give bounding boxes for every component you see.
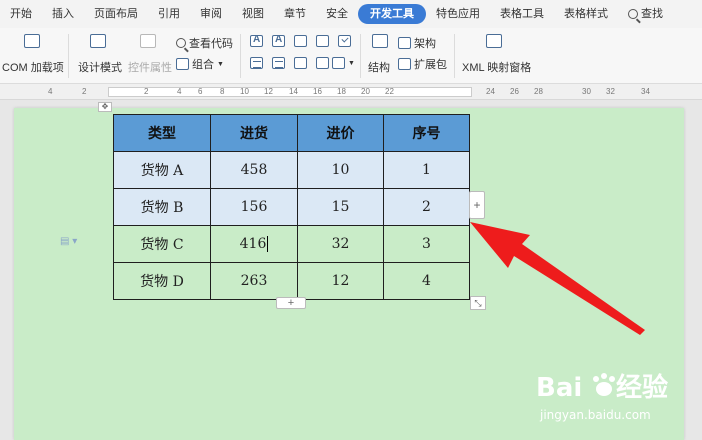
arrow-shape bbox=[470, 222, 645, 335]
baidu-jingyan-watermark: Bai 经验 jingyan.baidu.com bbox=[534, 370, 684, 430]
svg-text:经验: 经验 bbox=[616, 372, 668, 403]
watermark-url: jingyan.baidu.com bbox=[540, 408, 651, 422]
wps-writer-window: 开始 插入 页面布局 引用 审阅 视图 章节 安全 开发工具 特色应用 表格工具… bbox=[0, 0, 702, 440]
svg-text:Bai: Bai bbox=[536, 373, 582, 403]
baidu-jingyan-logo: Bai 经验 bbox=[536, 372, 668, 403]
